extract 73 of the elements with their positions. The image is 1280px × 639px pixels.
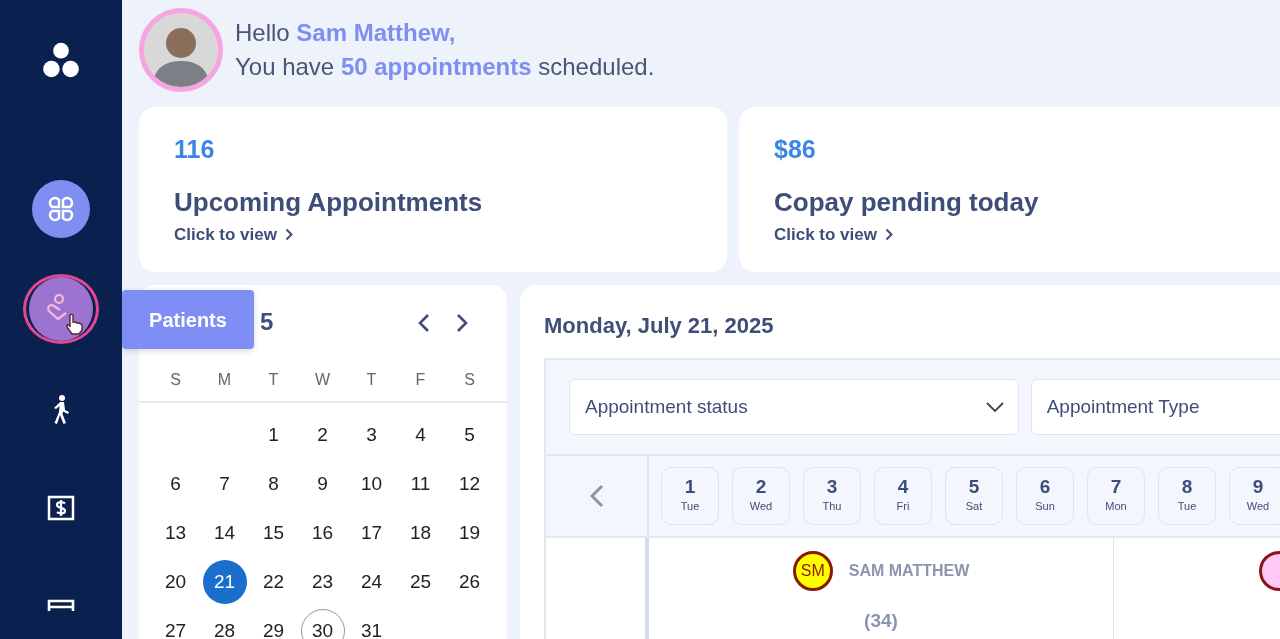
day-chip[interactable]: 4 Fri — [874, 467, 932, 525]
calendar-day[interactable]: 3 — [349, 413, 394, 457]
appointments-summary: You have 50 appointments scheduled. — [235, 52, 655, 82]
chevron-right-icon — [285, 227, 293, 241]
stat-label: Copay pending today — [774, 185, 1040, 219]
hand-cursor-icon — [64, 313, 84, 336]
calendar-day[interactable]: 17 — [349, 511, 394, 555]
list-icon — [47, 598, 75, 613]
chevron-right-icon — [885, 227, 893, 241]
calendar-day[interactable]: 16 — [300, 511, 345, 555]
stat-value: 116 — [174, 134, 216, 165]
calendar-day[interactable]: 6 — [153, 462, 198, 506]
weekday-label: T — [365, 370, 378, 390]
day-chip[interactable]: 2 Wed — [732, 467, 790, 525]
day-chip[interactable]: 8 Tue — [1158, 467, 1216, 525]
calendar-day[interactable]: 25 — [398, 560, 443, 604]
calendar-day[interactable]: 27 — [153, 609, 198, 639]
calendar-day[interactable]: 12 — [447, 462, 492, 506]
chevron-down-icon — [985, 402, 1004, 412]
weekday-label: W — [313, 370, 332, 390]
calendar-day[interactable]: 31 — [349, 609, 394, 639]
calendar-day[interactable]: 9 — [300, 462, 345, 506]
chevron-right-icon — [456, 312, 468, 333]
view-link[interactable]: Click to view — [774, 221, 893, 247]
calendar-day[interactable]: 28 — [202, 609, 247, 639]
weekday-label: S — [169, 370, 182, 390]
chevron-left-icon — [589, 484, 604, 509]
appointment-count: (34) — [864, 609, 898, 633]
dropdown-field[interactable]: Appointment status — [569, 379, 1019, 435]
tooltip: Patients — [122, 290, 254, 349]
calendar-day[interactable]: 26 — [447, 560, 492, 604]
weekday-label: F — [414, 370, 427, 390]
calendar-day[interactable]: 10 — [349, 462, 394, 506]
calendar-day[interactable]: 24 — [349, 560, 394, 604]
provider-name: SAM MATTHEW — [848, 561, 970, 581]
dollar-bill-icon — [47, 494, 75, 521]
schedule-date: Monday, July 21, 2025 — [544, 312, 775, 340]
calendar-day[interactable]: 2 — [300, 413, 345, 457]
calendar-day[interactable]: 8 — [251, 462, 296, 506]
calendar-day[interactable]: 21 — [202, 560, 247, 604]
greeting-text: Hello Sam Matthew, — [235, 18, 457, 49]
day-chip[interactable]: 5 Sat — [945, 467, 1003, 525]
calendar-day[interactable]: 20 — [153, 560, 198, 604]
calendar-day[interactable]: 7 — [202, 462, 247, 506]
calendar-day[interactable]: 15 — [251, 511, 296, 555]
day-chip[interactable]: 1 Tue — [661, 467, 719, 525]
calendar-day[interactable]: 23 — [300, 560, 345, 604]
calendar-day[interactable]: 11 — [398, 462, 443, 506]
dropdown-field[interactable]: Appointment Type — [1030, 379, 1280, 435]
view-link[interactable]: Click to view — [174, 221, 293, 247]
weekday-label: M — [216, 370, 233, 390]
day-chip[interactable]: 7 Mon — [1087, 467, 1145, 525]
calendar-day[interactable]: 4 — [398, 413, 443, 457]
calendar-day[interactable]: 1 — [251, 413, 296, 457]
calendar-day[interactable]: 29 — [251, 609, 296, 639]
day-chip[interactable]: 3 Thu — [803, 467, 861, 525]
day-chip[interactable]: 6 Sun — [1016, 467, 1074, 525]
calendar-day[interactable]: 13 — [153, 511, 198, 555]
provider-avatar: SM — [792, 551, 833, 591]
calendar-day[interactable]: 5 — [447, 413, 492, 457]
calendar-day[interactable]: 18 — [398, 511, 443, 555]
stat-value: $86 — [774, 134, 817, 165]
calendar-title: 5 — [260, 307, 275, 337]
dashboard-icon — [48, 196, 74, 223]
weekday-label: S — [463, 370, 476, 390]
calendar-day[interactable]: 19 — [447, 511, 492, 555]
calendar-day[interactable]: 22 — [251, 560, 296, 604]
weekday-label: T — [267, 370, 280, 390]
stat-label: Upcoming Appointments — [174, 185, 484, 219]
chevron-left-icon — [418, 312, 430, 333]
nav-button[interactable] — [23, 274, 99, 345]
calendar-day[interactable]: 14 — [202, 511, 247, 555]
day-chip[interactable]: 9 Wed — [1229, 467, 1280, 525]
